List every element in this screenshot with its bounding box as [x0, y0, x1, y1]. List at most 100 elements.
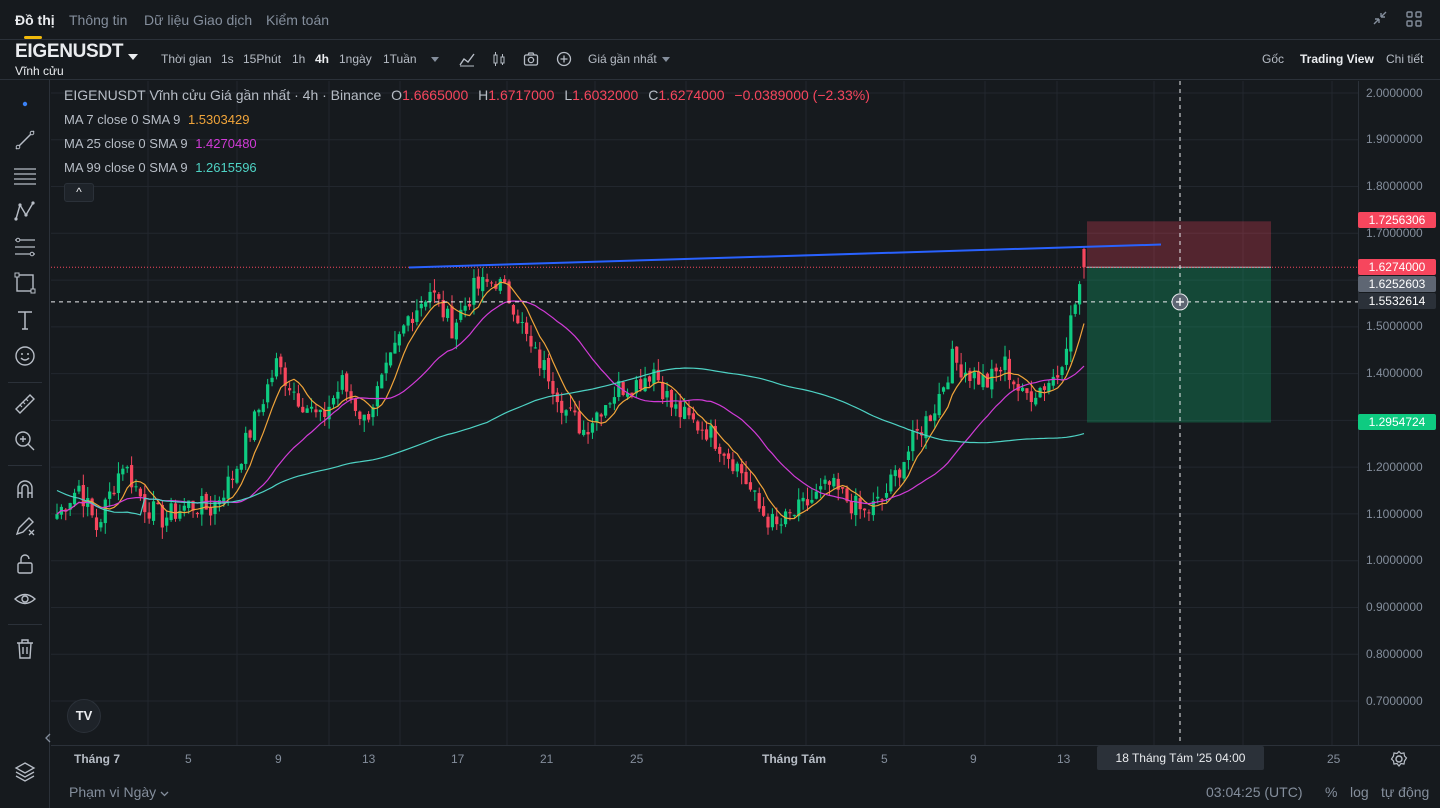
candle-body — [450, 306, 454, 339]
candle-body — [134, 486, 138, 488]
symbol-name[interactable]: EIGENUSDT — [15, 41, 123, 63]
percent-scale-toggle[interactable]: % — [1325, 784, 1337, 800]
ma99-label: MA 99 close 0 SMA 9 — [64, 160, 188, 175]
candle-body — [849, 501, 853, 514]
log-scale-toggle[interactable]: log — [1350, 784, 1369, 800]
interval-1w[interactable]: 1Tuần — [383, 52, 417, 66]
candle-body — [573, 410, 577, 413]
candle-body — [542, 360, 546, 370]
candle-body — [525, 322, 529, 334]
tradingview-logo-text: TV — [75, 708, 93, 723]
candle-body — [296, 393, 300, 407]
candle-body — [999, 369, 1003, 372]
legend-low-label: L — [564, 87, 573, 103]
symbol-dropdown-icon[interactable] — [128, 54, 138, 60]
candle-body — [595, 412, 599, 423]
price-type-dropdown-icon[interactable] — [662, 57, 670, 62]
date-range-select[interactable]: Phạm vi Ngày — [69, 784, 169, 800]
candle-body — [99, 522, 103, 528]
crosshair-dot-icon[interactable] — [13, 92, 37, 116]
candle-body — [336, 391, 340, 399]
tab-audit[interactable]: Kiểm toán — [266, 12, 329, 28]
rectangle-icon[interactable] — [13, 271, 37, 295]
collapse-icon[interactable] — [1370, 10, 1390, 30]
auto-scale-toggle[interactable]: tự động — [1381, 784, 1429, 800]
candle-body — [415, 310, 419, 322]
layout-grid-icon[interactable] — [1404, 10, 1424, 30]
legend-change: −0.0389000 (−2.33%) — [734, 87, 870, 103]
settings-icon[interactable] — [1390, 750, 1408, 768]
view-tradingview[interactable]: Trading View — [1300, 52, 1374, 66]
candle-body — [362, 414, 366, 421]
visibility-icon[interactable] — [13, 587, 37, 611]
view-depth[interactable]: Chi tiết — [1386, 52, 1423, 66]
magnet-icon[interactable] — [13, 478, 37, 502]
tab-chart[interactable]: Đồ thị — [15, 12, 55, 28]
fib-icon[interactable] — [13, 235, 37, 259]
toolbar-divider — [8, 382, 42, 383]
horizontal-lines-icon[interactable] — [13, 164, 37, 188]
zoom-in-icon[interactable] — [13, 429, 37, 453]
price-tick: 2.0000000 — [1366, 86, 1423, 100]
candle-type-icon[interactable] — [491, 51, 507, 67]
candle-body — [854, 495, 858, 516]
add-icon[interactable] — [556, 51, 572, 67]
ma99-line — [56, 367, 1085, 516]
candle-body — [125, 466, 129, 469]
candle-body — [1082, 248, 1086, 268]
interval-1s[interactable]: 1s — [221, 52, 234, 66]
candle-body — [380, 374, 384, 389]
ma25-value: 1.4270480 — [195, 136, 257, 151]
interval-15m[interactable]: 15Phút — [243, 52, 281, 66]
stop-loss-price-label: 1.7256306 — [1358, 212, 1436, 228]
candle-body — [577, 411, 581, 434]
candle-body — [1034, 397, 1038, 405]
utc-clock[interactable]: 03:04:25 (UTC) — [1206, 784, 1302, 800]
interval-4h[interactable]: 4h — [315, 52, 329, 66]
emoji-icon[interactable] — [13, 344, 37, 368]
candle-body — [1078, 284, 1082, 305]
interval-1h[interactable]: 1h — [292, 52, 305, 66]
price-tick: 0.8000000 — [1366, 647, 1423, 661]
time-tick: 13 — [362, 752, 376, 766]
candle-body — [226, 476, 230, 499]
candle-body — [1042, 386, 1047, 390]
legend-ma7[interactable]: MA 7 close 0 SMA 9 1.5303429 — [64, 112, 249, 127]
tradingview-logo[interactable]: TV — [67, 699, 101, 733]
pattern-icon[interactable] — [13, 199, 37, 223]
candle-body — [288, 388, 292, 391]
candle-body — [906, 451, 911, 460]
indicators-icon[interactable] — [459, 51, 475, 67]
candle-body — [358, 411, 362, 420]
candle-body — [1064, 348, 1069, 365]
trash-icon[interactable] — [13, 637, 37, 661]
text-icon[interactable] — [13, 308, 37, 332]
candle-body — [388, 352, 393, 366]
view-original[interactable]: Gốc — [1262, 52, 1284, 66]
legend-collapse-button[interactable]: ^ — [64, 183, 94, 202]
ruler-icon[interactable] — [13, 392, 37, 416]
interval-more-icon[interactable] — [431, 57, 439, 62]
camera-icon[interactable] — [523, 51, 539, 67]
tab-trading-data[interactable]: Dữ liệu Giao dịch — [144, 12, 252, 28]
price-chart[interactable] — [51, 81, 1358, 745]
draw-mode-icon[interactable] — [13, 514, 37, 538]
candle-body — [463, 305, 467, 311]
candle-body — [823, 479, 827, 484]
price-type-select[interactable]: Giá gần nhất — [588, 52, 657, 66]
legend-ma99[interactable]: MA 99 close 0 SMA 9 1.2615596 — [64, 160, 257, 175]
candle-body — [994, 367, 998, 372]
interval-1d[interactable]: 1ngày — [339, 52, 372, 66]
price-tick: 0.7000000 — [1366, 694, 1423, 708]
legend-high: 1.6717000 — [488, 87, 555, 103]
candle-body — [112, 492, 116, 495]
trend-line-icon[interactable] — [13, 128, 37, 152]
legend-ma25[interactable]: MA 25 close 0 SMA 9 1.4270480 — [64, 136, 257, 151]
candle-body — [941, 387, 946, 392]
tab-info[interactable]: Thông tin — [69, 12, 127, 28]
lock-icon[interactable] — [13, 552, 37, 576]
candle-body — [977, 371, 981, 385]
candle-body — [274, 358, 279, 377]
candle-body — [582, 429, 586, 435]
time-tick: 5 — [881, 752, 888, 766]
